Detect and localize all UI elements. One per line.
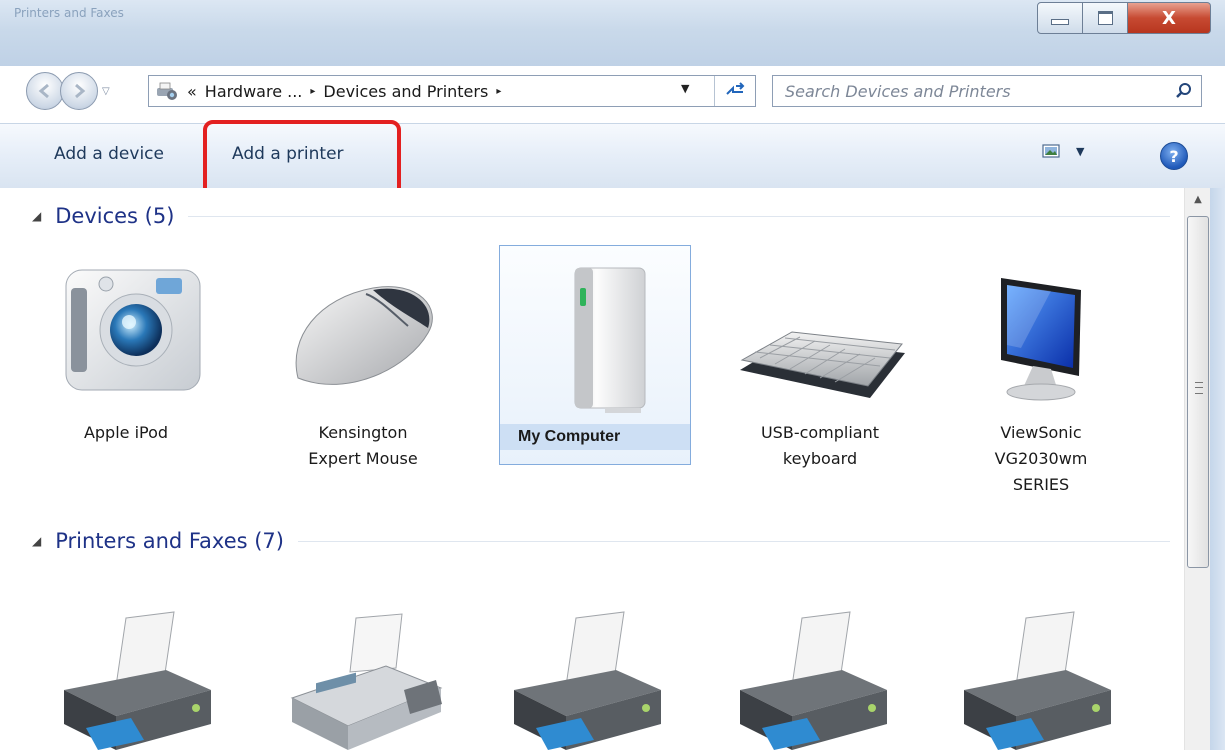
title-bar[interactable]: Printers and Faxes X (0, 0, 1225, 66)
label-line: ViewSonic (1000, 423, 1082, 442)
address-dropdown-arrow[interactable]: ▼ (681, 82, 689, 95)
computer-tower-icon (574, 267, 646, 413)
back-arrow-icon (38, 83, 49, 99)
maximize-icon (1097, 11, 1113, 25)
group-divider (297, 540, 1170, 542)
group-header-devices[interactable]: ◢ Devices (5) (32, 204, 1170, 228)
search-box[interactable]: Search Devices and Printers (772, 75, 1202, 107)
device-label-kensington-mouse: Kensington Expert Mouse (268, 420, 458, 472)
label-line: Expert Mouse (308, 449, 418, 468)
device-label-my-computer: My Computer (500, 424, 690, 450)
minimize-icon (1051, 19, 1069, 25)
printer-icon (964, 611, 1111, 750)
forward-button[interactable] (60, 72, 98, 110)
view-dropdown-icon: ▼ (1076, 144, 1085, 158)
address-overflow[interactable]: « (187, 82, 197, 101)
breadcrumb-separator[interactable]: ▸ (310, 86, 315, 97)
window-title: Printers and Faxes (14, 6, 124, 20)
group-header-printers-and-faxes[interactable]: ◢ Printers and Faxes (7) (32, 529, 1170, 553)
scroll-up-arrow-icon[interactable]: ▲ (1185, 188, 1211, 210)
device-tile-viewsonic-monitor[interactable]: ViewSonic VG2030wm SERIES (946, 248, 1136, 498)
printer-tile[interactable] (496, 608, 666, 750)
forward-arrow-icon (75, 83, 86, 99)
caption-buttons: X (1037, 2, 1211, 34)
printer-tile[interactable] (722, 608, 892, 750)
group-title-printers-and-faxes: Printers and Faxes (7) (55, 529, 284, 553)
change-view-button[interactable]: ▼ (1042, 143, 1084, 159)
group-divider (188, 215, 1170, 217)
maximize-button[interactable] (1083, 2, 1128, 34)
help-button[interactable]: ? (1160, 142, 1188, 170)
close-button[interactable]: X (1128, 2, 1211, 34)
navigation-buttons: ▽ (26, 72, 110, 110)
device-label-apple-ipod: Apple iPod (83, 423, 169, 442)
printer-tile[interactable] (46, 608, 216, 750)
device-tile-apple-ipod[interactable]: Apple iPod (31, 248, 221, 446)
device-label-viewsonic-monitor: ViewSonic VG2030wm SERIES (946, 420, 1136, 498)
label-line: Kensington (318, 423, 408, 442)
collapse-triangle-icon[interactable]: ◢ (32, 534, 41, 548)
device-tile-my-computer[interactable]: My Computer (499, 245, 691, 465)
collapse-triangle-icon[interactable]: ◢ (32, 209, 41, 223)
minimize-button[interactable] (1037, 2, 1083, 34)
camera-icon (65, 269, 201, 391)
breadcrumb-hardware[interactable]: Hardware ... (205, 82, 303, 101)
printer-icon (514, 611, 661, 750)
close-icon: X (1162, 7, 1176, 29)
recent-pages-dropdown[interactable]: ▽ (102, 86, 110, 97)
printer-icon (64, 611, 211, 750)
devices-and-printers-icon (155, 80, 179, 102)
label-line: VG2030wm (994, 449, 1088, 468)
monitor-icon (1001, 278, 1081, 401)
refresh-button[interactable] (714, 76, 755, 106)
address-bar[interactable]: « Hardware ... ▸ Devices and Printers ▸ … (148, 75, 756, 107)
back-button[interactable] (26, 72, 64, 110)
scrollbar-thumb[interactable] (1187, 216, 1209, 568)
breadcrumb-separator[interactable]: ▸ (496, 86, 501, 97)
view-icon (1042, 144, 1060, 158)
search-icon[interactable] (1175, 82, 1193, 100)
group-title-devices: Devices (5) (55, 204, 175, 228)
fax-icon (290, 613, 443, 750)
label-line: keyboard (782, 449, 858, 468)
fax-tile[interactable] (276, 608, 446, 750)
breadcrumb-devices-and-printers[interactable]: Devices and Printers (323, 82, 488, 101)
device-tile-usb-keyboard[interactable]: USB-compliant keyboard (725, 248, 915, 472)
devices-and-printers-window: Printers and Faxes X ▽ « Hardware ... ▸ (0, 0, 1225, 750)
label-line: USB-compliant (760, 423, 880, 442)
device-label-usb-keyboard: USB-compliant keyboard (725, 420, 915, 472)
label-line: SERIES (1012, 475, 1070, 494)
add-device-button[interactable]: Add a device (54, 144, 164, 164)
refresh-icon (726, 82, 745, 95)
window-frame-right (1210, 188, 1225, 750)
mouse-icon (295, 286, 433, 385)
help-icon: ? (1169, 146, 1179, 166)
search-input[interactable]: Search Devices and Printers (785, 82, 1011, 101)
printer-icon (740, 611, 887, 750)
grip-icon (1195, 382, 1203, 394)
content-area: ◢ Devices (5) Apple iPod Kensington Expe… (0, 188, 1184, 750)
device-tile-kensington-mouse[interactable]: Kensington Expert Mouse (268, 248, 458, 472)
printer-tile[interactable] (946, 608, 1116, 750)
vertical-scrollbar[interactable]: ▲ (1184, 188, 1211, 750)
keyboard-icon (740, 331, 905, 398)
